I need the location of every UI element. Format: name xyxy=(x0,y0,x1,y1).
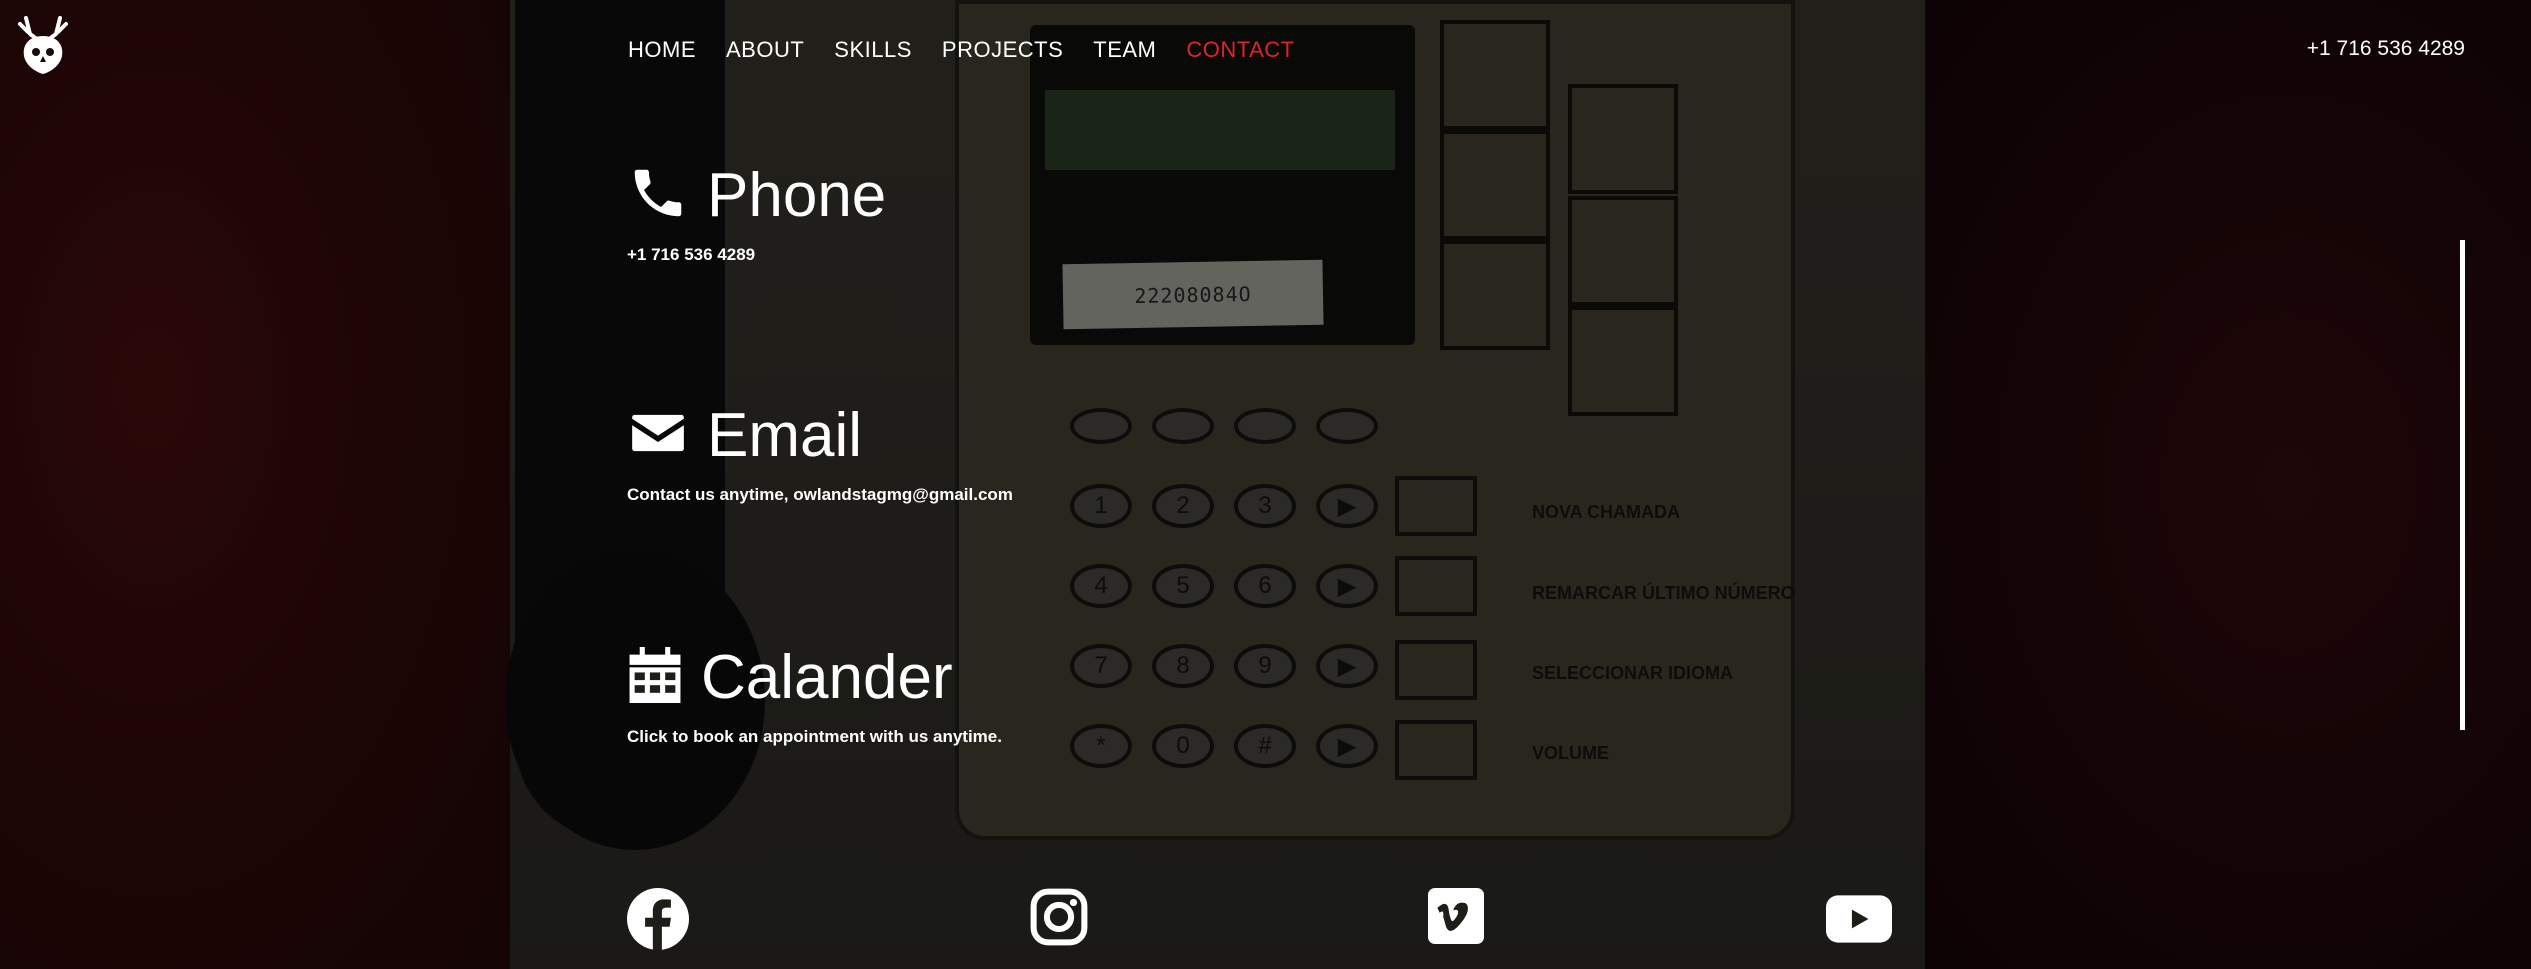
email-title: Email xyxy=(707,401,863,470)
background-image: 22208084O 1 2 3 ▶ 4 5 6 ▶ 7 8 9 ▶ * 0 # … xyxy=(0,0,2531,969)
vimeo-icon[interactable] xyxy=(1428,888,1490,950)
facebook-icon[interactable] xyxy=(627,888,689,950)
stag-owl-logo-icon[interactable] xyxy=(10,12,76,78)
main-nav: HOME ABOUT SKILLS PROJECTS TEAM CONTACT xyxy=(628,37,1295,63)
nav-contact[interactable]: CONTACT xyxy=(1186,37,1294,63)
envelope-icon xyxy=(627,402,689,469)
contact-calendar-section: Calander Click to book an appointment wi… xyxy=(627,642,1002,747)
contact-email-section: Email Contact us anytime, owlandstagmg@g… xyxy=(627,400,1013,505)
nav-projects[interactable]: PROJECTS xyxy=(942,37,1063,63)
youtube-icon[interactable] xyxy=(1826,888,1892,950)
phone-text[interactable]: +1 716 536 4289 xyxy=(627,245,886,265)
calendar-text[interactable]: Click to book an appointment with us any… xyxy=(627,727,1002,747)
nav-skills[interactable]: SKILLS xyxy=(834,37,912,63)
vertical-scroll-indicator[interactable] xyxy=(2460,240,2465,730)
calendar-icon xyxy=(627,644,683,711)
dark-overlay xyxy=(0,0,2531,969)
instagram-icon[interactable] xyxy=(1030,888,1092,950)
contact-phone-section: Phone +1 716 536 4289 xyxy=(627,160,886,265)
nav-home[interactable]: HOME xyxy=(628,37,696,63)
phone-title: Phone xyxy=(707,161,887,230)
header-phone-number[interactable]: +1 716 536 4289 xyxy=(2307,37,2465,61)
nav-team[interactable]: TEAM xyxy=(1093,37,1156,63)
calendar-title: Calander xyxy=(701,643,953,712)
phone-icon xyxy=(627,162,689,229)
nav-about[interactable]: ABOUT xyxy=(726,37,804,63)
email-text[interactable]: Contact us anytime, owlandstagmg@gmail.c… xyxy=(627,485,1013,505)
